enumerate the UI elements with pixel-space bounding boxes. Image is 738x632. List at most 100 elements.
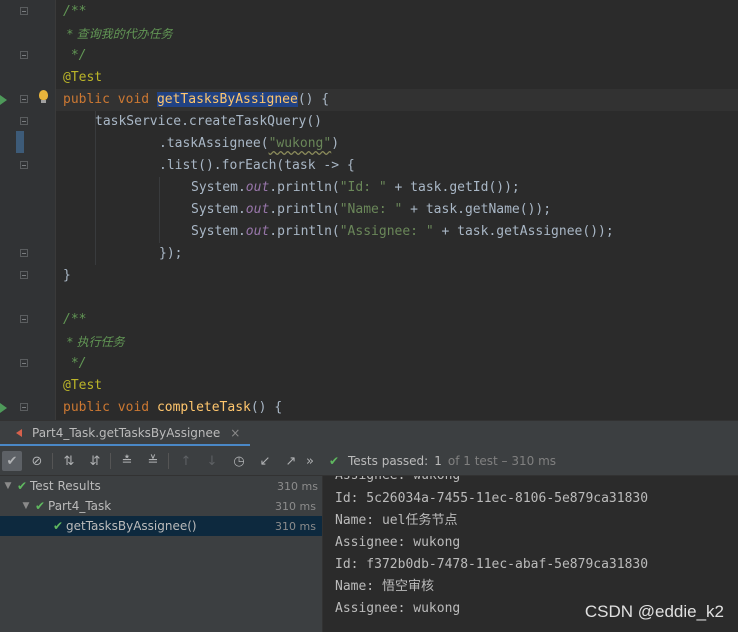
run-test-icon[interactable]: [0, 403, 7, 413]
code-text: System.: [191, 202, 246, 217]
console-line: Assignee: wukong: [335, 535, 461, 550]
fold-marker-icon[interactable]: [20, 7, 28, 15]
fold-marker-icon[interactable]: [20, 117, 28, 125]
code-line[interactable]: System.out.println("Id: " + task.getId()…: [191, 177, 520, 199]
code-text: {: [339, 158, 355, 173]
run-test-icon[interactable]: [0, 95, 7, 105]
test-tree: ▼ ✔ Test Results 310 ms ▼ ✔ Part4_Task 3…: [0, 476, 322, 632]
code-text: System.: [191, 224, 246, 239]
check-icon: ✔: [34, 499, 46, 513]
code-line[interactable]: System.out.println("Name: " + task.getNa…: [191, 199, 551, 221]
chevron-down-icon[interactable]: ▼: [20, 501, 32, 511]
fold-marker-icon[interactable]: [20, 403, 28, 411]
indent-guide: [159, 177, 160, 243]
code-line[interactable]: /**: [63, 1, 86, 23]
static-field: out: [245, 224, 270, 239]
comment-open: /**: [63, 312, 87, 327]
code-text: + task.getId());: [386, 180, 520, 195]
code-text: + task.getAssignee());: [433, 224, 614, 239]
close-icon[interactable]: ×: [230, 426, 240, 440]
chevron-down-icon[interactable]: ▼: [2, 481, 14, 491]
code-line[interactable]: });: [159, 243, 182, 265]
indent-guide: [95, 111, 96, 265]
more-icon[interactable]: »: [303, 451, 317, 471]
code-text: .println(: [269, 202, 340, 217]
code-text: ): [331, 136, 340, 151]
method-name-selected[interactable]: getTasksByAssignee: [156, 92, 298, 107]
code-line[interactable]: */: [63, 353, 87, 375]
tree-item-part4-task[interactable]: ▼ ✔ Part4_Task 310 ms: [0, 496, 322, 516]
code-line[interactable]: */: [63, 45, 87, 67]
history-icon[interactable]: ◷: [229, 451, 249, 471]
tree-item-label: Part4_Task: [48, 499, 112, 513]
code-text: ->: [323, 158, 340, 173]
run-tab-label: Part4_Task.getTasksByAssignee: [32, 425, 221, 440]
code-line[interactable]: public void completeTask() {: [63, 397, 282, 419]
sort-by-duration-icon[interactable]: ⇵: [85, 451, 105, 471]
code-line-current[interactable]: public void getTasksByAssignee() {: [63, 89, 329, 111]
export-tests-icon[interactable]: ↗: [281, 451, 301, 471]
code-line[interactable]: @Test: [63, 67, 102, 89]
tree-item-label: Test Results: [30, 479, 101, 493]
tests-detail: of 1 test – 310 ms: [447, 454, 557, 468]
code-line[interactable]: System.out.println("Assignee: " + task.g…: [191, 221, 614, 243]
console-line: Name: uel任务节点: [335, 513, 458, 528]
lightbulb-icon[interactable]: [39, 90, 48, 103]
fold-marker-icon[interactable]: [20, 51, 28, 59]
string-literal: "Id: ": [339, 180, 387, 195]
code-text: .list().forEach(task: [159, 158, 324, 173]
code-line[interactable]: .list().forEach(task -> {: [159, 155, 355, 177]
fold-marker-icon[interactable]: [20, 161, 28, 169]
tree-item-time: 310 ms: [277, 479, 318, 493]
tree-item-get-tasks-by-assignee[interactable]: ✔ getTasksByAssignee() 310 ms: [0, 516, 322, 536]
code-text: + task.getName());: [402, 202, 552, 217]
show-ignored-icon[interactable]: ⊘: [27, 451, 47, 471]
keyword: public: [63, 400, 110, 415]
console-line: Id: f372b0db-7478-11ec-abaf-5e879ca31830: [335, 557, 649, 572]
check-icon: ✔: [328, 454, 340, 468]
code-text: .taskAssignee(: [159, 136, 269, 151]
toolbar-divider: [52, 453, 53, 469]
check-icon: ✔: [52, 519, 64, 533]
collapse-all-icon[interactable]: ≚: [143, 451, 163, 471]
toolbar-divider: [110, 453, 111, 469]
console-line: Name: 悟空审核: [335, 579, 434, 594]
comment-text: * 执行任务: [63, 335, 125, 349]
code-line[interactable]: .taskAssignee("wukong"): [159, 133, 339, 155]
test-run-icon: [16, 428, 26, 438]
tests-passed-label: Tests passed:: [348, 454, 429, 468]
string-literal: "Assignee: ": [339, 224, 434, 239]
change-marker: [16, 131, 24, 153]
run-tab[interactable]: Part4_Task.getTasksByAssignee ×: [0, 421, 251, 447]
previous-failed-icon[interactable]: ↑: [176, 451, 196, 471]
code-line[interactable]: taskService.createTaskQuery(): [95, 111, 322, 133]
code-editor[interactable]: /** * 查询我的代办任务 */ @Test public void getT…: [0, 0, 738, 420]
next-failed-icon[interactable]: ↓: [202, 451, 222, 471]
fold-marker-icon[interactable]: [20, 95, 28, 103]
code-line[interactable]: * 查询我的代办任务: [63, 23, 173, 45]
code-line[interactable]: * 执行任务: [63, 331, 125, 353]
fold-marker-icon[interactable]: [20, 249, 28, 257]
watermark: CSDN @eddie_k2: [584, 602, 724, 621]
fold-marker-icon[interactable]: [20, 271, 28, 279]
comment-open: /**: [63, 4, 87, 19]
editor-gutter[interactable]: [0, 0, 55, 420]
console-line: Id: 5c26034a-7455-11ec-8106-5e879ca31830: [335, 491, 649, 506]
code-line[interactable]: /**: [63, 309, 86, 331]
string-literal: "Name: ": [339, 202, 403, 217]
tree-item-test-results[interactable]: ▼ ✔ Test Results 310 ms: [0, 476, 324, 496]
fold-marker-icon[interactable]: [20, 315, 28, 323]
tree-item-label: getTasksByAssignee(): [66, 519, 197, 533]
code-line[interactable]: @Test: [63, 375, 102, 397]
sort-alphabetically-icon[interactable]: ⇅: [59, 451, 79, 471]
fold-marker-icon[interactable]: [20, 359, 28, 367]
comment-close: */: [63, 356, 87, 371]
expand-all-icon[interactable]: ≛: [117, 451, 137, 471]
toolbar-divider: [168, 453, 169, 469]
show-passed-icon[interactable]: ✔: [2, 451, 22, 471]
code-line[interactable]: }: [63, 265, 71, 287]
code-text: () {: [250, 400, 283, 415]
method-name[interactable]: completeTask: [157, 400, 251, 415]
import-tests-icon[interactable]: ↙: [255, 451, 275, 471]
code-text: }: [63, 268, 71, 283]
